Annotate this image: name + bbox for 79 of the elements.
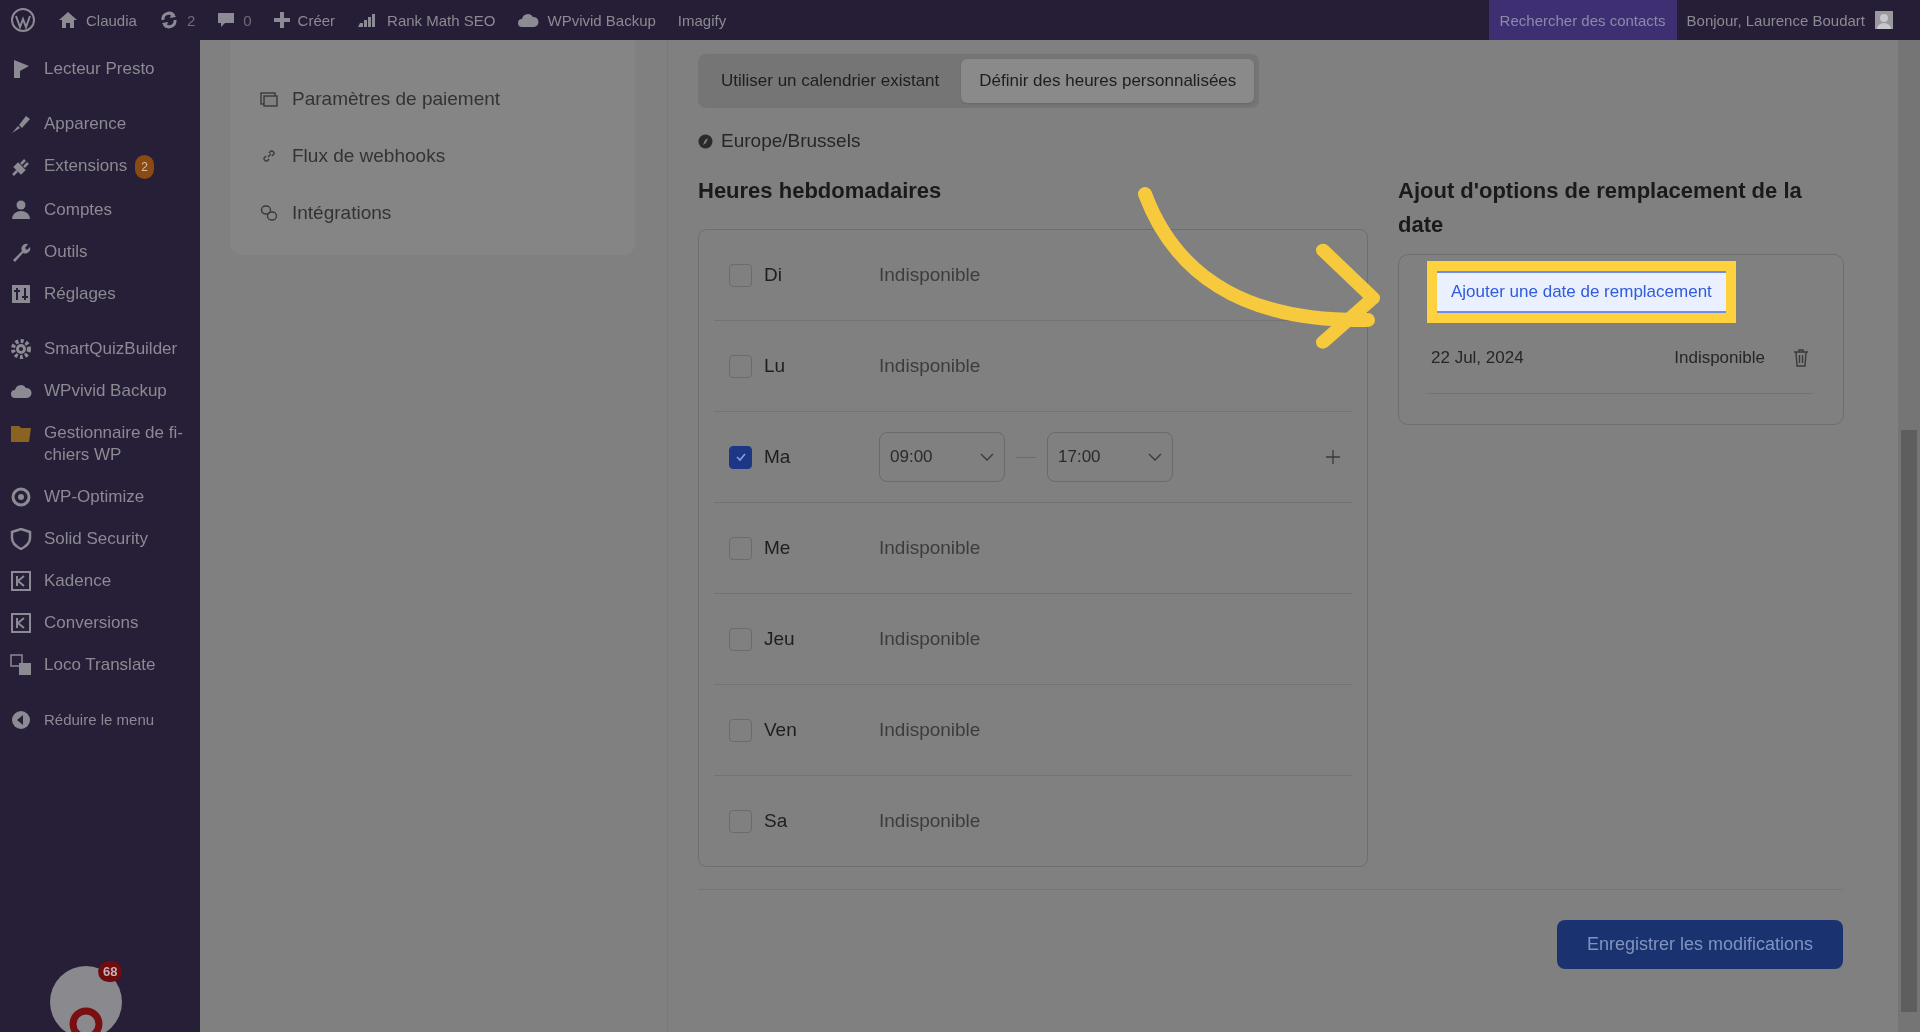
collapse-icon — [10, 709, 32, 731]
sidebar-item[interactable]: Comptes — [0, 189, 200, 231]
tab[interactable]: Définir des heures personnalisées — [961, 59, 1255, 103]
admin-bar-item[interactable]: Rank Math SEO — [357, 11, 496, 29]
checkbox[interactable] — [729, 445, 752, 469]
day-label: Jeu — [764, 628, 796, 650]
add-icon[interactable] — [1326, 450, 1340, 464]
status-text: Indisponible — [879, 628, 981, 650]
status-text: Indisponible — [879, 264, 981, 286]
refresh-icon — [158, 10, 179, 30]
chevron-down-icon — [980, 453, 994, 461]
status-text: Indisponible — [879, 810, 981, 832]
admin-bar-item[interactable]: WPvivid Backup — [517, 11, 656, 29]
sidebar-item[interactable]: Réduire le menu — [0, 699, 200, 741]
settings-nav-item[interactable]: Intégrations — [260, 184, 635, 241]
time-select[interactable]: 17:00 — [1047, 432, 1173, 482]
timezone-label: Europe/Brussels — [721, 130, 861, 152]
day-label: Ma — [764, 446, 792, 468]
sidebar-item[interactable]: WPvivid Backup — [0, 370, 200, 412]
gear-icon — [10, 338, 32, 360]
section-heading: Heures hebdomadaires — [698, 177, 943, 205]
override-date: 22 Jul, 2024 — [1431, 348, 1524, 368]
time-select[interactable]: 09:00 — [879, 432, 1005, 482]
translate-icon — [10, 654, 32, 676]
plus-icon — [273, 12, 290, 28]
square-k-icon — [10, 612, 32, 634]
avatar-icon[interactable] — [1875, 11, 1893, 29]
user-greeting[interactable]: Bonjour, Laurence Boudart — [1676, 11, 1875, 29]
admin-bar-item[interactable]: Créer — [273, 11, 336, 29]
settings-nav-item[interactable]: Flux de webhooks — [260, 127, 635, 184]
linked-rings-icon — [260, 203, 278, 222]
day-label: Ven — [764, 719, 798, 741]
sidebar-item[interactable]: Loco Translate — [0, 644, 200, 686]
sidebar-item[interactable]: Outils — [0, 231, 200, 273]
sidebar-item[interactable]: Réglages — [0, 273, 200, 315]
save-button[interactable]: Enregistrer les modifications — [1556, 920, 1843, 969]
status-text: Indisponible — [879, 355, 981, 377]
scrollbar[interactable] — [1898, 40, 1920, 1032]
admin-bar-item[interactable]: Imagify — [677, 11, 727, 29]
notification-badge: 68 — [98, 961, 123, 982]
sidebar-item[interactable]: SmartQuizBuilder — [0, 328, 200, 370]
sidebar-item[interactable]: Kadence — [0, 560, 200, 602]
add-date-override-button[interactable]: Ajouter une date de remplacement — [1437, 271, 1726, 313]
day-label: Sa — [764, 810, 789, 832]
status-text: Indisponible — [879, 719, 981, 741]
sliders-icon — [10, 283, 32, 305]
wordpress-logo-icon[interactable] — [10, 7, 36, 33]
user-icon — [10, 199, 32, 221]
sidebar-item[interactable]: Gestionnaire de fi- chiers WP — [0, 412, 200, 476]
sidebar-item[interactable]: WP-Optimize — [0, 476, 200, 518]
day-label: Di — [764, 264, 783, 286]
status-text: Indisponible — [879, 537, 981, 559]
trash-icon[interactable] — [1793, 349, 1809, 367]
admin-bar-item[interactable]: 0 — [217, 11, 252, 29]
brush-icon — [10, 113, 32, 135]
sidebar-item[interactable]: Solid Security — [0, 518, 200, 560]
square-k-icon — [10, 570, 32, 592]
chevron-down-icon — [1148, 453, 1162, 461]
tab[interactable]: Utiliser un calendrier existant — [703, 59, 958, 103]
chat-widget[interactable] — [50, 966, 122, 1032]
override-status: Indisponible — [1674, 348, 1765, 368]
globe-icon — [698, 133, 713, 149]
sidebar-item[interactable]: Extensions 2 — [0, 145, 200, 189]
day-label: Me — [764, 537, 792, 559]
cloud-icon — [517, 12, 540, 28]
sidebar-item[interactable]: Lecteur Presto — [0, 48, 200, 90]
sidebar-item[interactable]: Apparence — [0, 103, 200, 145]
day-label: Lu — [764, 355, 787, 377]
settings-nav-item[interactable]: Paramètres de paiement — [260, 70, 635, 127]
section-heading: Ajout d'options de remplacement de la date — [1398, 177, 1803, 239]
admin-bar-item[interactable]: 2 — [158, 10, 196, 30]
shield-icon — [10, 528, 32, 550]
admin-bar-item[interactable]: Claudia — [58, 11, 137, 29]
card-icon — [260, 89, 278, 108]
count-badge: 2 — [135, 155, 154, 179]
home-icon — [58, 11, 78, 29]
search-contacts-link[interactable]: Rechercher des contacts — [1488, 0, 1677, 40]
sidebar-item[interactable]: Conversions — [0, 602, 200, 644]
comment-icon — [217, 11, 236, 29]
